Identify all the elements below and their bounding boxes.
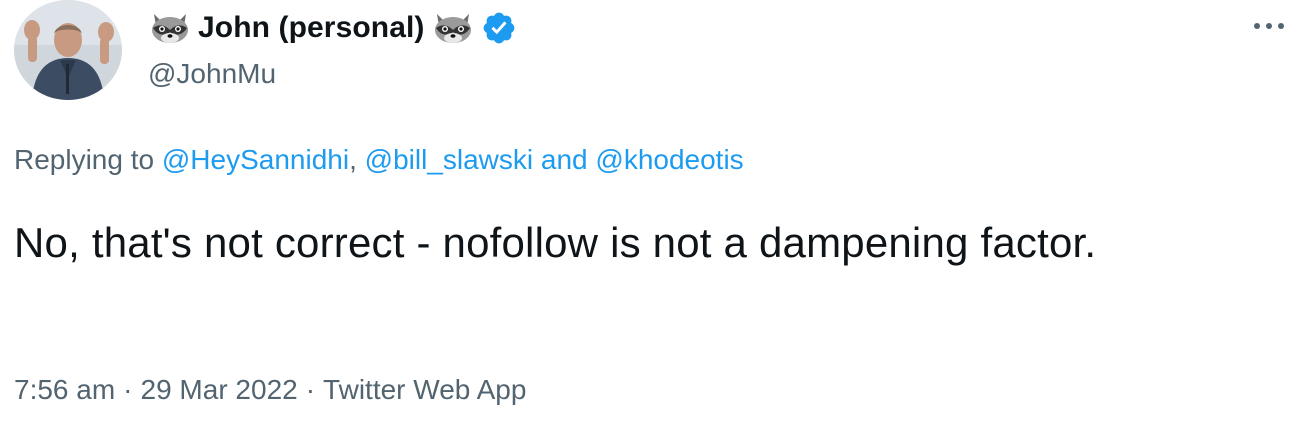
avatar[interactable] [14, 0, 122, 100]
author-display-name[interactable]: John (personal) [198, 11, 425, 45]
tweet: John (personal) @JohnMu Replying to @Hey… [0, 0, 1299, 430]
tweet-metadata: 7:56 am · 29 Mar 2022 · Twitter Web App [14, 374, 526, 406]
tweet-date-link[interactable]: 29 Mar 2022 [141, 374, 298, 405]
raccoon-icon [152, 14, 188, 43]
author-name-row[interactable]: John (personal) [148, 8, 517, 48]
replying-to-label: Replying to [14, 144, 162, 175]
mention-and-word[interactable]: and [533, 144, 595, 175]
meta-separator: · [305, 374, 316, 405]
mention-link-heysannidhi[interactable]: @HeySannidhi [162, 144, 349, 175]
author-handle[interactable]: @JohnMu [148, 58, 276, 90]
mention-link-bill-slawski[interactable]: @bill_slawski [365, 144, 533, 175]
replying-to-line: Replying to @HeySannidhi, @bill_slawski … [14, 144, 744, 176]
meta-separator: · [123, 374, 133, 405]
mention-link-khodeotis[interactable]: @khodeotis [595, 144, 743, 175]
more-horizontal-icon[interactable] [1252, 12, 1286, 40]
tweet-source-link[interactable]: Twitter Web App [323, 374, 526, 405]
mention-separator: , [349, 144, 365, 175]
tweet-text: No, that's not correct - nofollow is not… [14, 219, 1097, 266]
verified-badge-icon [483, 12, 514, 44]
tweet-time-link[interactable]: 7:56 am [14, 374, 115, 405]
raccoon-icon [434, 14, 471, 43]
